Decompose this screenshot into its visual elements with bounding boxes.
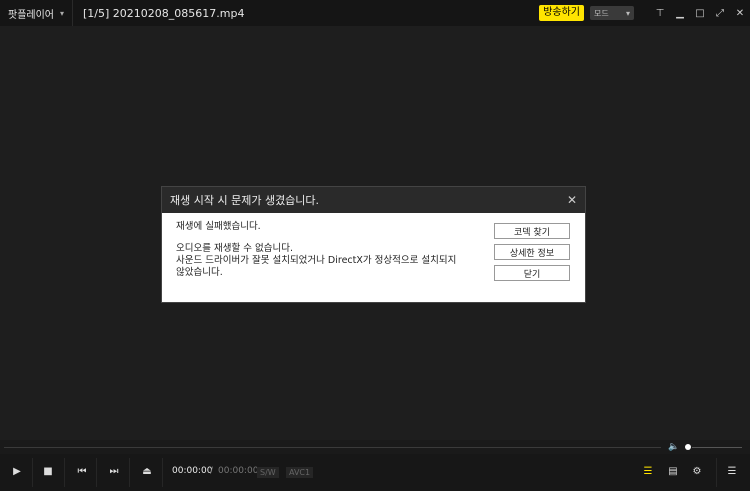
previous-icon[interactable]: ⏮ bbox=[74, 464, 90, 480]
volume-slider[interactable] bbox=[692, 447, 742, 448]
close-button[interactable]: 닫기 bbox=[494, 265, 570, 281]
details-button[interactable]: 상세한 정보 bbox=[494, 244, 570, 260]
decoder-badge[interactable]: S/W bbox=[257, 467, 279, 478]
divider bbox=[64, 458, 65, 487]
message-line: 오디오를 재생할 수 없습니다. bbox=[176, 243, 293, 254]
eject-icon[interactable]: ⏏ bbox=[139, 464, 155, 480]
close-icon[interactable]: ✕ bbox=[730, 8, 750, 19]
close-icon[interactable]: ✕ bbox=[567, 193, 577, 207]
file-title: [1/5] 20210208_085617.mp4 bbox=[83, 6, 245, 20]
maximize-icon[interactable]: □ bbox=[690, 8, 710, 19]
total-time: 00:00:00 bbox=[218, 466, 259, 476]
fullscreen-icon[interactable]: ⤢ bbox=[710, 8, 730, 19]
info-panel-icon[interactable]: ▤ bbox=[665, 464, 681, 480]
play-icon[interactable]: ▶ bbox=[9, 464, 25, 480]
title-bar: 팟플레이어 ▾ [1/5] 20210208_085617.mp4 방송하기 모… bbox=[0, 0, 750, 26]
divider bbox=[32, 458, 33, 487]
current-time: 00:00:00 bbox=[172, 466, 213, 476]
menu-icon[interactable]: ☰ bbox=[724, 464, 740, 480]
volume-slider-knob[interactable] bbox=[685, 444, 691, 450]
dialog-message: 재생에 실패했습니다. 오디오를 재생할 수 없습니다. 사운드 드라이버가 잘… bbox=[176, 221, 486, 279]
message-line: 사운드 드라이버가 잘못 설치되었거나 DirectX가 정상적으로 설치되지 bbox=[176, 255, 457, 266]
chevron-down-icon: ▾ bbox=[60, 8, 65, 18]
mode-label: 모드 bbox=[594, 8, 609, 18]
stop-icon[interactable]: ■ bbox=[40, 464, 56, 480]
seek-bar[interactable] bbox=[4, 447, 661, 448]
pin-icon[interactable]: ⊤ bbox=[650, 8, 670, 19]
mode-dropdown[interactable]: 모드 ▾ bbox=[590, 6, 634, 20]
dialog-header: 재생 시작 시 문제가 생겼습니다. ✕ bbox=[162, 187, 585, 213]
playlist-search-icon[interactable]: ☰ bbox=[640, 464, 656, 480]
app-name: 팟플레이어 bbox=[8, 9, 54, 21]
message-line: 재생에 실패했습니다. bbox=[176, 221, 261, 232]
broadcast-button[interactable]: 방송하기 bbox=[539, 5, 584, 21]
find-codec-button[interactable]: 코덱 찾기 bbox=[494, 223, 570, 239]
message-line: 않았습니다. bbox=[176, 267, 223, 278]
control-bar: ▶ ■ ⏮ ⏭ ⏏ 00:00:00 / 00:00:00 S/W AVC1 ☰… bbox=[0, 454, 750, 491]
dialog-title: 재생 시작 시 문제가 생겼습니다. bbox=[170, 194, 320, 207]
gear-icon[interactable]: ⚙ bbox=[689, 464, 705, 480]
dialog-body: 재생에 실패했습니다. 오디오를 재생할 수 없습니다. 사운드 드라이버가 잘… bbox=[162, 213, 585, 302]
error-dialog: 재생 시작 시 문제가 생겼습니다. ✕ 재생에 실패했습니다. 오디오를 재생… bbox=[161, 186, 586, 303]
time-separator: / bbox=[210, 466, 214, 476]
codec-badge[interactable]: AVC1 bbox=[286, 467, 314, 478]
divider bbox=[162, 458, 163, 487]
divider bbox=[96, 458, 97, 487]
divider bbox=[716, 458, 717, 487]
divider bbox=[129, 458, 130, 487]
chevron-down-icon: ▾ bbox=[625, 8, 630, 18]
minimize-icon[interactable]: ▁ bbox=[670, 8, 690, 19]
divider bbox=[72, 0, 73, 26]
next-icon[interactable]: ⏭ bbox=[106, 464, 122, 480]
seek-bar-area: 🔈 bbox=[0, 440, 750, 454]
app-menu-button[interactable]: 팟플레이어 ▾ bbox=[0, 6, 72, 21]
volume-icon[interactable]: 🔈 bbox=[668, 442, 679, 452]
